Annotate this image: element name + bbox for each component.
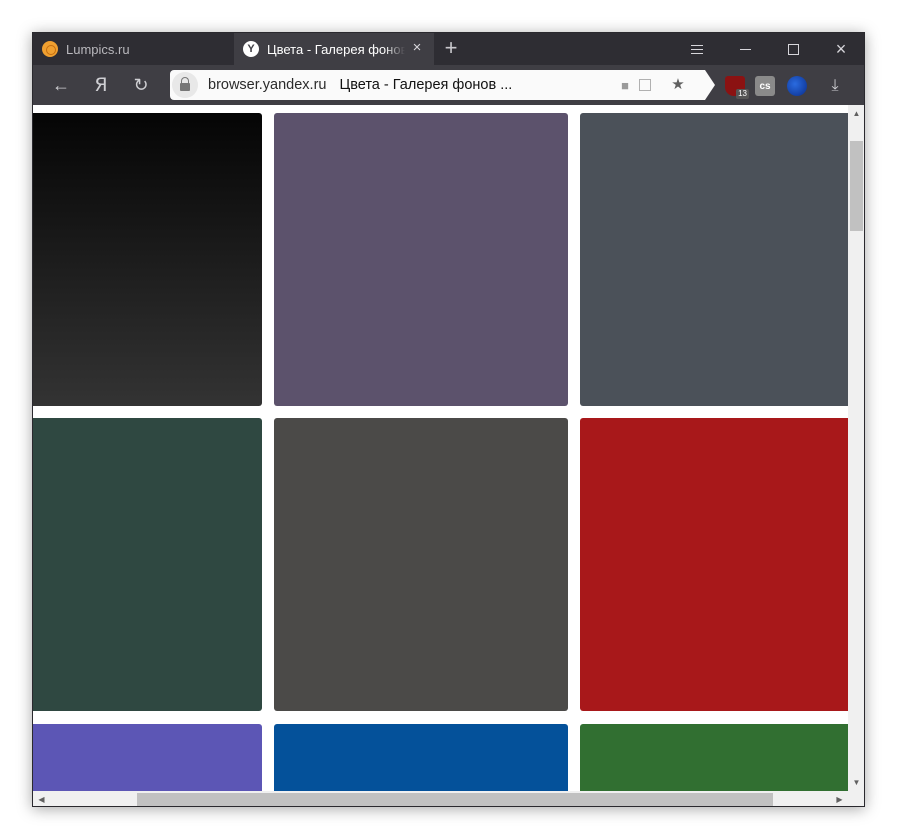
horizontal-scrollbar[interactable]: ◀ ▶ — [33, 791, 848, 806]
vertical-scrollbar[interactable]: ▲ ▼ — [848, 105, 864, 791]
lumpics-orange-icon — [42, 41, 58, 57]
close-window-button[interactable]: × — [819, 33, 863, 65]
vertical-scroll-thumb[interactable] — [850, 141, 863, 231]
ublock-badge: 13 — [736, 89, 749, 99]
minimize-icon — [739, 48, 751, 50]
maximize-button[interactable] — [771, 33, 815, 65]
site-security-button[interactable] — [172, 72, 198, 98]
close-icon: × — [835, 39, 847, 59]
tile-black-gradient[interactable] — [33, 113, 262, 406]
horizontal-scroll-thumb[interactable] — [137, 793, 773, 806]
yandex-button[interactable]: Я — [87, 71, 115, 99]
scroll-down-icon[interactable]: ▼ — [848, 774, 864, 791]
tab-strip: Lumpics.ru Y Цвета - Галерея фонов × + × — [33, 33, 864, 65]
download-icon[interactable]: ⤓ — [825, 76, 845, 96]
tab-close-icon[interactable]: × — [410, 40, 424, 55]
reload-button[interactable]: ↻ — [127, 71, 155, 99]
yandex-icon: Я — [94, 74, 108, 96]
scrollbar-corner — [848, 791, 864, 806]
toolbar: ← Я ↻ browser.yandex.ru Цвета - Галерея … — [33, 65, 864, 105]
tile-dark-green[interactable] — [33, 418, 262, 711]
back-button[interactable]: ← — [47, 71, 75, 99]
new-tab-button[interactable]: + — [441, 35, 461, 60]
tile-violet[interactable] — [33, 724, 262, 791]
tile-red[interactable] — [580, 418, 848, 711]
tile-slate-gray[interactable] — [580, 113, 848, 406]
ublock-origin-icon[interactable]: 13 — [725, 76, 749, 99]
address-domain: browser.yandex.ru — [208, 77, 327, 93]
scroll-right-icon[interactable]: ▶ — [831, 791, 848, 806]
tab-title: Lumpics.ru — [66, 41, 130, 57]
lock-icon — [180, 77, 190, 91]
maximize-icon — [787, 43, 799, 55]
tile-green[interactable] — [580, 724, 848, 791]
yandex-y-icon: Y — [243, 41, 259, 57]
tile-purple-gray[interactable] — [274, 113, 568, 406]
chat-icon[interactable]: ■ — [617, 77, 633, 93]
arrow-left-icon: ← — [52, 74, 70, 95]
tab-gallery[interactable]: Y Цвета - Галерея фонов × — [234, 33, 434, 65]
minimize-button[interactable] — [723, 33, 767, 65]
vpn-globe-icon[interactable] — [787, 76, 807, 96]
tab-lumpics[interactable]: Lumpics.ru — [33, 33, 233, 65]
menu-icon — [691, 44, 703, 54]
translate-icon[interactable] — [639, 79, 651, 91]
scroll-up-icon[interactable]: ▲ — [848, 105, 864, 122]
reload-icon: ↻ — [133, 74, 149, 95]
browser-window: Lumpics.ru Y Цвета - Галерея фонов × + ×… — [32, 32, 865, 807]
page-content — [33, 105, 848, 791]
star-icon[interactable]: ★ — [670, 76, 686, 93]
browser-menu-button[interactable] — [675, 33, 719, 65]
plus-icon: + — [444, 35, 458, 60]
address-page-title: Цвета - Галерея фонов ... — [339, 77, 513, 93]
lastpass-icon[interactable]: cs — [755, 76, 775, 96]
tab-title: Цвета - Галерея фонов — [267, 41, 405, 57]
tile-charcoal[interactable] — [274, 418, 568, 711]
tile-blue[interactable] — [274, 724, 568, 791]
scroll-left-icon[interactable]: ◀ — [33, 791, 50, 806]
lastpass-label: cs — [759, 80, 771, 92]
address-bar[interactable]: browser.yandex.ru Цвета - Галерея фонов … — [170, 70, 715, 100]
